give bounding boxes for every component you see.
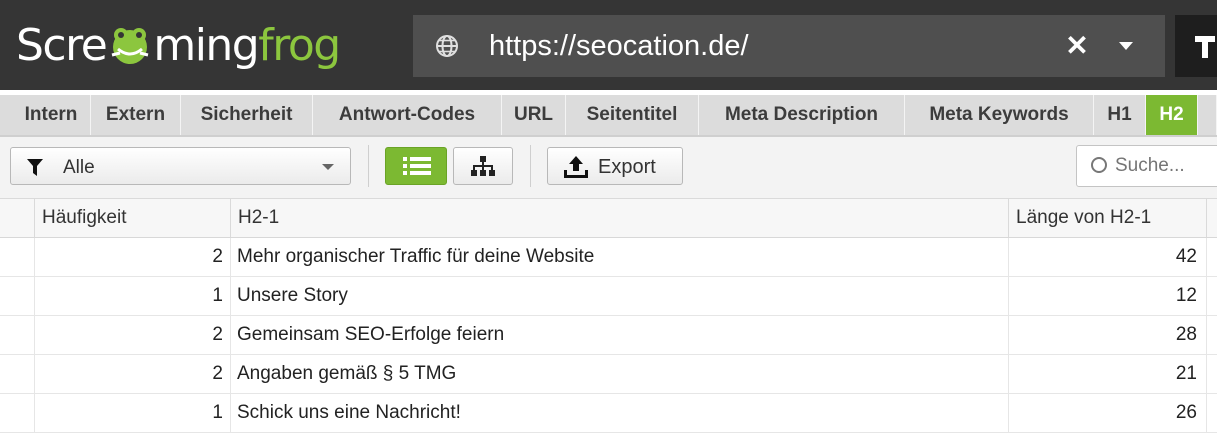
h2-length-cell: 12 [1009,277,1207,315]
logo-text-part1: Scre [16,19,108,71]
tab-meta-keywords[interactable]: Meta Keywords [905,95,1094,135]
tab-next[interactable] [1198,95,1217,135]
logo-text-part3: frog [258,19,341,71]
next-cell [1207,238,1217,276]
tab-intern[interactable]: Intern [12,95,91,135]
h2-length-cell: 26 [1009,394,1207,432]
filter-icon [27,159,43,176]
row-index-cell [0,394,35,432]
toolbar-divider [368,145,369,187]
chevron-down-icon[interactable] [1111,29,1141,63]
table-row[interactable]: 1 Unsere Story 12 [0,277,1217,316]
url-bar[interactable]: https://seocation.de/ ✕ [413,15,1165,77]
table-row[interactable]: 2 Gemeinsam SEO-Erfolge feiern 28 [0,316,1217,355]
column-header-h2[interactable]: H2-1 [231,199,1009,237]
close-icon[interactable]: ✕ [1062,29,1092,63]
column-header-next[interactable] [1207,199,1217,237]
table-row[interactable]: 1 Schick uns eine Nachricht! 26 [0,394,1217,433]
frequency-cell: 1 [35,394,231,432]
list-view-icon [403,157,431,175]
list-view-button[interactable] [385,147,447,185]
h2-cell: Unsere Story [231,277,1009,315]
filter-selected-value: Alle [63,157,95,178]
tab-url[interactable]: URL [502,95,566,135]
row-index-cell [0,238,35,276]
tab-seitentitel[interactable]: Seitentitel [566,95,699,135]
table-row[interactable]: 2 Mehr organischer Traffic für deine Web… [0,238,1217,277]
table-row[interactable]: 2 Angaben gemäß § 5 TMG 21 [0,355,1217,394]
tab-h2[interactable]: H2 [1146,95,1198,135]
search-input[interactable] [1115,152,1215,180]
frequency-cell: 1 [35,277,231,315]
tree-view-button[interactable] [453,147,513,185]
tab-h1[interactable]: H1 [1094,95,1146,135]
h2-length-cell: 28 [1009,316,1207,354]
frequency-cell: 2 [35,238,231,276]
column-header-frequency[interactable]: Häufigkeit [35,199,231,237]
filter-dropdown[interactable]: Alle [10,147,351,185]
app-header: Scre ming frog https://seocation.de/ ✕ [0,0,1217,90]
toolbar: Alle Export Suche... [0,137,1217,199]
frequency-cell: 2 [35,355,231,393]
h2-cell: Gemeinsam SEO-Erfolge feiern [231,316,1009,354]
app-window: Scre ming frog https://seocation.de/ ✕ I… [0,0,1217,437]
tab-meta-description[interactable]: Meta Description [699,95,905,135]
h2-length-cell: 42 [1009,238,1207,276]
h2-length-cell: 21 [1009,355,1207,393]
search-box[interactable] [1076,145,1217,187]
table-header: Häufigkeit H2-1 Länge von H2-1 [0,199,1217,238]
next-cell [1207,277,1217,315]
url-input[interactable]: https://seocation.de/ [489,30,749,63]
row-index-cell [0,277,35,315]
frog-logo-icon [111,28,149,64]
frequency-cell: 2 [35,316,231,354]
globe-icon [436,35,458,57]
h2-cell: Mehr organischer Traffic für deine Websi… [231,238,1009,276]
column-header-h2-length[interactable]: Länge von H2-1 [1009,199,1207,237]
export-label: Export [598,156,656,178]
column-header-index[interactable] [0,199,35,237]
tab-sicherheit[interactable]: Sicherheit [181,95,313,135]
next-cell [1207,316,1217,354]
tab-bar: Intern Extern Sicherheit Antwort-Codes U… [0,95,1217,135]
h2-cell: Schick uns eine Nachricht! [231,394,1009,432]
search-icon [1091,157,1107,173]
row-index-cell [0,316,35,354]
h2-cell: Angaben gemäß § 5 TMG [231,355,1009,393]
tab-extern[interactable]: Extern [91,95,181,135]
tab-antwort-codes[interactable]: Antwort-Codes [313,95,502,135]
next-cell [1207,394,1217,432]
upload-icon [564,156,588,178]
export-button[interactable]: Export [547,147,683,185]
tree-view-icon [471,156,495,176]
next-cell [1207,355,1217,393]
mode-menu-button[interactable] [1175,15,1217,77]
logo-text-part2: ming [153,19,259,71]
app-logo: Scre ming frog [16,14,341,76]
toolbar-divider [530,145,531,187]
row-index-cell [0,355,35,393]
mode-icon [1195,36,1215,58]
chevron-down-icon [322,164,334,170]
